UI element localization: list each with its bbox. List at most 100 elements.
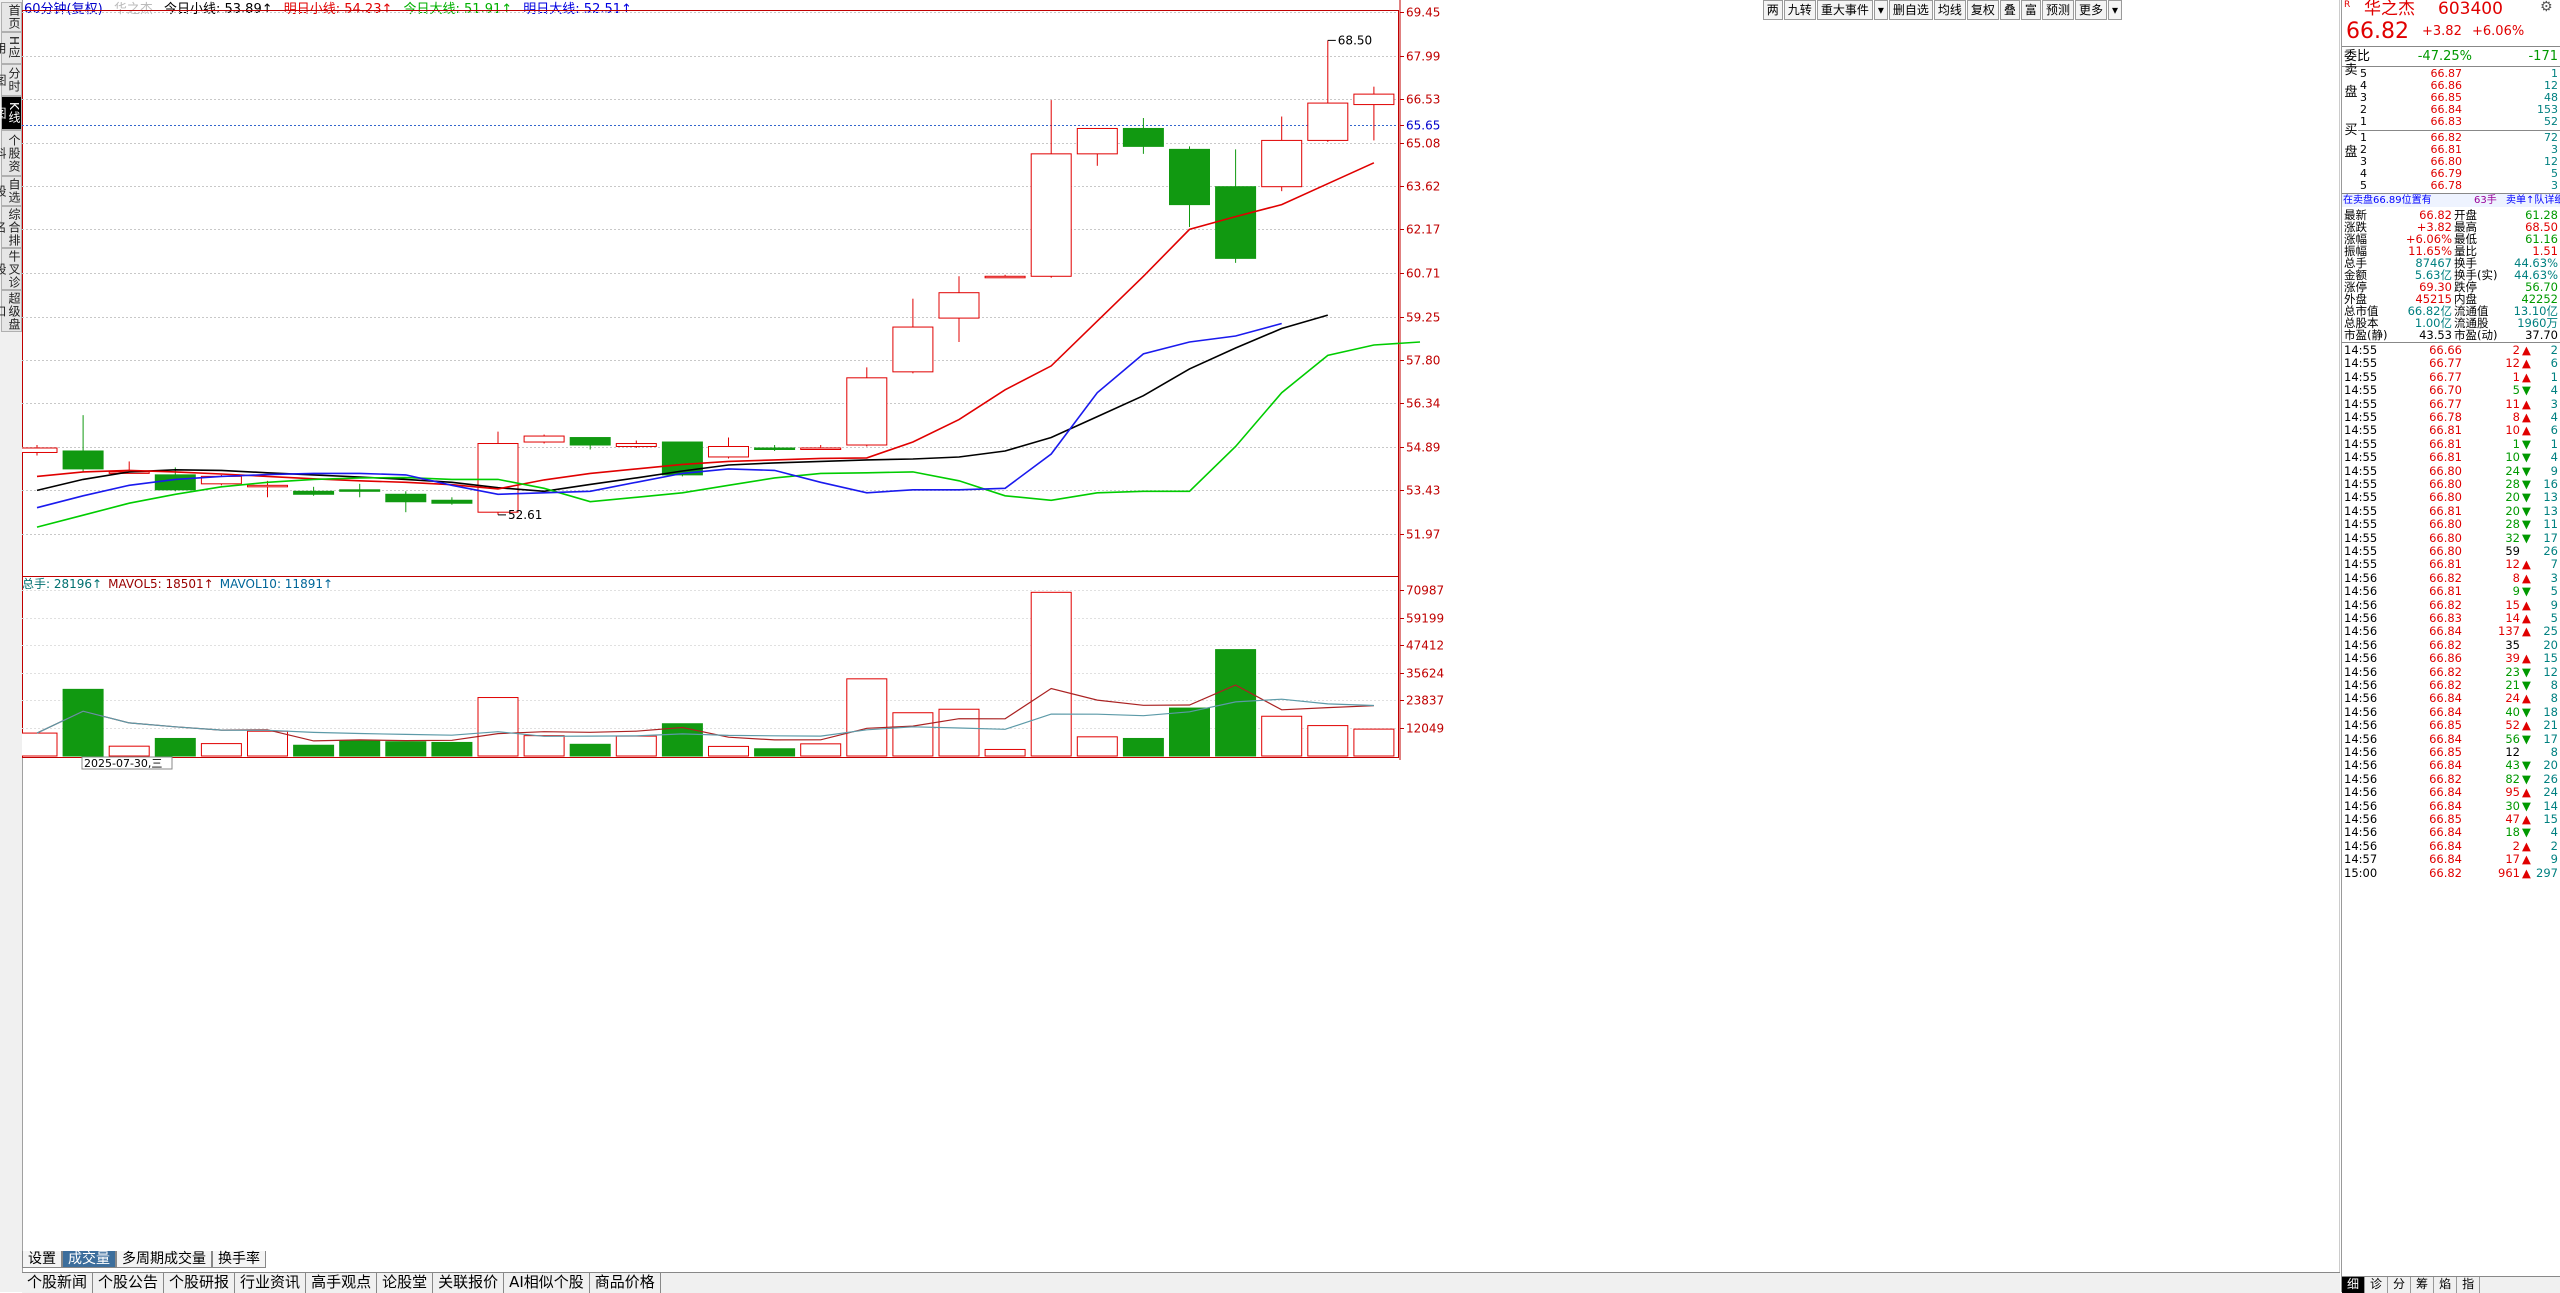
quote-tab-2[interactable]: 分 [2388,1277,2412,1293]
arrow-up-icon: ▲ [2522,624,2531,639]
sidebar-item-2[interactable]: 分时图 [0,64,22,96]
volume-bar[interactable] [1122,737,1164,757]
price-axis-tick: 57.80 [1406,354,1440,368]
sidebar-item-3[interactable]: K线图 [0,96,22,130]
arrow-down-icon: ▼ [2522,798,2531,813]
candle[interactable] [22,445,58,456]
candle[interactable] [477,431,519,515]
tick-price: 66.84 [2429,624,2462,639]
tick-row: 14:56 66.84 137 ▲ 25 [2342,625,2560,638]
news-tab-3[interactable]: 行业资讯 [235,1273,307,1293]
candle[interactable] [1307,40,1349,142]
candle[interactable] [339,483,381,498]
volume-bar[interactable] [62,688,104,757]
date-cursor-label: 2025-07-30,三 [84,757,162,770]
volume-bar[interactable] [22,732,58,757]
volume-bar[interactable] [385,741,427,757]
sidebar-item-8[interactable]: 超级盘口 [0,290,22,332]
sidebar-item-6[interactable]: 综合排名 [0,206,22,248]
volume-bar[interactable] [984,748,1026,757]
volume-bar[interactable] [892,712,934,757]
sidebar-item-7[interactable]: 牛叉诊股 [0,248,22,290]
volume-bar[interactable] [154,737,196,757]
volume-bar[interactable] [1076,736,1118,757]
indicator-tab-0[interactable]: 设置 [22,1251,62,1268]
ma-lines [36,162,1421,528]
candle[interactable] [293,486,335,496]
volume-bar[interactable] [1215,649,1257,757]
volume-bar[interactable] [293,744,335,757]
arrow-down-icon: ▼ [2522,477,2531,491]
sidebar-item-5[interactable]: 自选股 [0,176,22,206]
candle[interactable] [569,437,611,450]
quote-tab-4[interactable]: 焰 [2434,1277,2458,1293]
left-sidebar: 首页 H应用 分时图 K线图 个股资料 自选股 综合排名 牛叉诊股 超级盘口 [0,0,23,1292]
news-tab-4[interactable]: 高手观点 [306,1273,378,1293]
news-tab-6[interactable]: 关联报价 [433,1273,505,1293]
volume-bar[interactable] [108,745,150,757]
candle[interactable] [62,415,104,472]
order-detail-link[interactable]: 卖单↑队详细 [2506,194,2560,207]
volume-bar[interactable] [1307,725,1349,757]
volume-bar[interactable] [1353,728,1395,757]
candle[interactable] [754,445,796,451]
tick-count: 12 [2543,664,2558,679]
sidebar-item-1[interactable]: H应用 [0,32,22,64]
volume-bar[interactable] [754,748,796,757]
news-tab-0[interactable]: 个股新闻 [22,1273,94,1293]
volume-bar[interactable] [569,743,611,757]
settings-icon[interactable]: ⚙ [2540,0,2553,17]
candle[interactable] [615,440,657,448]
news-tab-5[interactable]: 论股堂 [377,1273,434,1293]
candle[interactable] [892,298,934,374]
volume-bar[interactable] [1261,715,1303,757]
candle[interactable] [1353,86,1395,141]
kline-chart[interactable]: 69.45 67.99 66.53 65.65 65.08 63.62 62.17 60.71… [22,0,2340,1275]
tick-count: 2 [2550,343,2558,357]
volume-bar[interactable] [615,735,657,757]
candle[interactable] [385,491,427,513]
candle[interactable] [1261,116,1303,192]
volume-axis-tick: 59199 [1406,612,1444,626]
candle[interactable] [431,497,473,505]
sidebar-item-0[interactable]: 首页 [1,2,22,32]
candle[interactable] [984,274,1026,279]
volume-bar[interactable] [339,740,381,757]
quote-tab-1[interactable]: 诊 [2365,1277,2389,1293]
volume-bar[interactable] [200,743,242,757]
quote-tab-0[interactable]: 细 [2342,1277,2366,1293]
volume-bar[interactable] [431,741,473,757]
volume-bar[interactable] [1030,591,1072,757]
volume-bar[interactable] [846,678,888,757]
news-tab-2[interactable]: 个股研报 [164,1273,236,1293]
candle[interactable] [1076,127,1118,166]
order-info-text: 在卖盘66.89位置有 [2343,195,2432,206]
candle[interactable] [1030,100,1072,278]
indicator-tab-2[interactable]: 多周期成交量 [116,1251,212,1268]
volume-bar[interactable] [800,743,842,757]
candle[interactable] [523,434,565,444]
news-tab-8[interactable]: 商品价格 [590,1273,661,1293]
candle[interactable] [1122,118,1164,154]
indicator-tab-1[interactable]: 成交量 [62,1251,116,1268]
volume-bar[interactable] [477,697,519,757]
candle[interactable] [708,437,749,459]
news-tab-1[interactable]: 个股公告 [93,1273,165,1293]
quote-tab-3[interactable]: 筹 [2411,1277,2435,1293]
indicator-tab-3[interactable]: 换手率 [212,1251,266,1268]
sidebar-item-4[interactable]: 个股资料 [0,130,22,176]
candle[interactable] [846,367,888,447]
tick-price: 66.80 [2429,517,2462,532]
tick-row: 14:55 66.80 32 ▼ 17 [2342,531,2560,545]
volume-bar[interactable] [247,730,288,757]
volume-bar[interactable] [523,735,565,757]
quote-tab-5[interactable]: 指 [2457,1277,2481,1293]
candle[interactable] [1169,146,1210,228]
tick-price: 66.84 [2429,704,2462,719]
candle[interactable] [938,276,980,342]
candle[interactable] [1215,149,1257,263]
news-tab-7[interactable]: AI相似个股 [504,1273,590,1293]
volume-bar[interactable] [938,708,980,757]
volume-bar[interactable] [708,745,749,757]
volume-bar[interactable] [1169,707,1210,757]
